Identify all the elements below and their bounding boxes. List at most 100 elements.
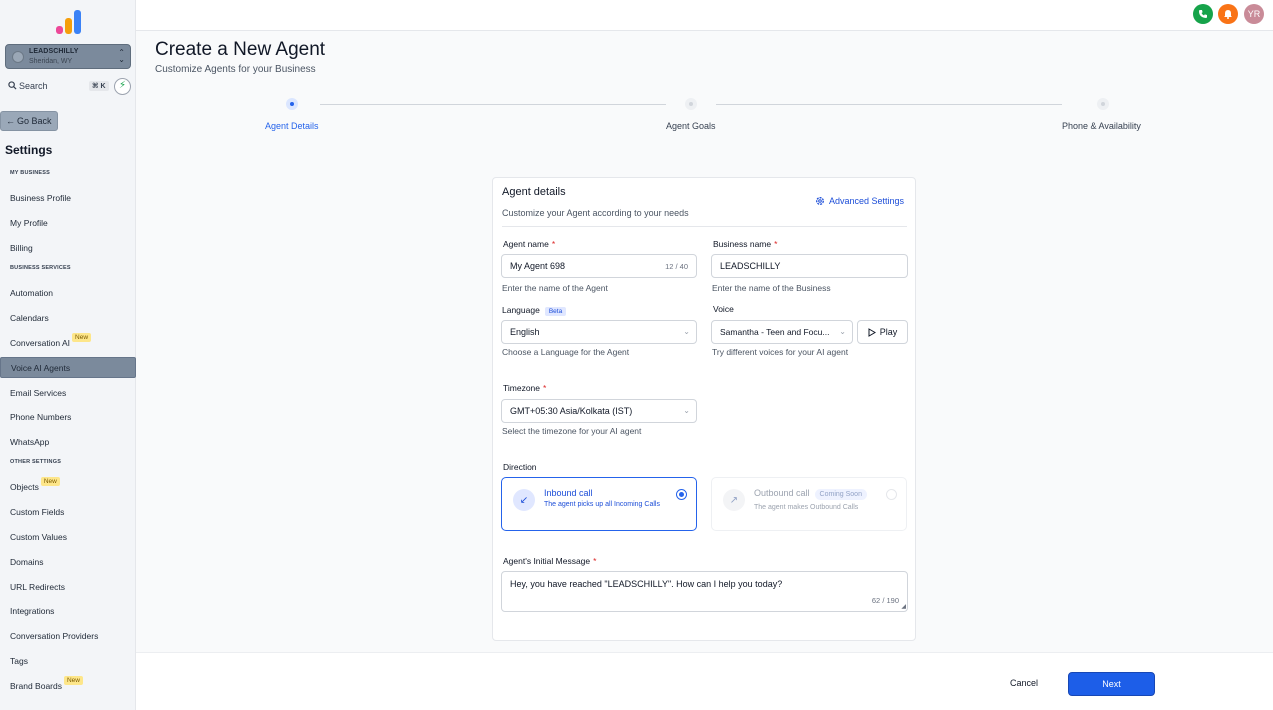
sidebar-item-domains[interactable]: Domains <box>0 551 136 572</box>
business-name-value: LEADSCHILLY <box>720 261 781 271</box>
sidebar-item-conversation-providers[interactable]: Conversation Providers <box>0 625 136 646</box>
sidebar-item-automation[interactable]: Automation <box>0 282 136 303</box>
settings-title: Settings <box>5 143 53 157</box>
account-location: Sheridan, WY <box>29 58 73 65</box>
sidebar-item-label: Phone Numbers <box>10 411 72 422</box>
quick-actions-button[interactable]: ⚡ <box>114 78 131 95</box>
search-icon <box>8 81 17 90</box>
play-label: Play <box>879 327 898 337</box>
required-mark: * <box>593 556 597 566</box>
sidebar-item-label: Voice AI Agents <box>11 362 71 373</box>
next-button[interactable]: Next <box>1068 672 1155 696</box>
account-switcher[interactable]: LEADSCHILLY Sheridan, WY ⌃ ⌄ <box>5 44 131 69</box>
label-text: Agent name <box>503 239 549 249</box>
notifications-button[interactable] <box>1218 4 1238 24</box>
sidebar-item-business-profile[interactable]: Business Profile <box>0 187 136 208</box>
phone-button[interactable] <box>1193 4 1213 24</box>
step-dot-agent-details[interactable] <box>286 98 298 110</box>
step-label-agent-details[interactable]: Agent Details <box>265 121 319 131</box>
arrow-left-icon: ← <box>6 116 15 126</box>
outbound-desc: The agent makes Outbound Calls <box>754 504 859 511</box>
search-button[interactable]: Search ⌘ K <box>7 80 109 94</box>
resize-handle-icon[interactable]: ◢ <box>901 603 906 610</box>
agent-details-card: Agent details Customize your Agent accor… <box>492 177 916 641</box>
sidebar-item-objects[interactable]: Objects New <box>0 476 136 497</box>
bell-icon <box>1224 10 1232 19</box>
step-connector <box>716 104 1062 105</box>
sidebar-item-label: Custom Values <box>10 531 68 542</box>
play-voice-button[interactable]: Play <box>857 320 908 344</box>
advanced-settings-link[interactable]: Advanced Settings <box>815 196 904 206</box>
sidebar-item-email-services[interactable]: Email Services <box>0 382 136 403</box>
sidebar-item-custom-values[interactable]: Custom Values <box>0 526 136 547</box>
account-avatar-icon <box>12 51 24 63</box>
initial-message-label: Agent's Initial Message * <box>503 556 596 566</box>
inbound-desc: The agent picks up all Incoming Calls <box>544 501 660 508</box>
go-back-button[interactable]: ← Go Back <box>0 111 58 131</box>
sidebar-item-my-profile[interactable]: My Profile <box>0 212 136 233</box>
sidebar-item-label: Conversation AI <box>10 337 71 348</box>
sidebar-item-phone-numbers[interactable]: Phone Numbers <box>0 406 136 427</box>
label-text: Business name <box>713 239 772 249</box>
timezone-label: Timezone * <box>503 383 546 393</box>
voice-label: Voice <box>713 304 734 314</box>
sidebar-item-url-redirects[interactable]: URL Redirects <box>0 576 136 597</box>
label-text: Timezone <box>503 383 541 393</box>
business-name-input[interactable]: LEADSCHILLY <box>711 254 908 278</box>
language-select[interactable]: English ⌄ <box>501 320 697 344</box>
card-title: Agent details <box>502 186 566 198</box>
app-logo[interactable] <box>56 10 82 34</box>
sidebar-item-voice-ai-agents[interactable]: Voice AI Agents <box>0 357 136 378</box>
page-subtitle: Customize Agents for your Business <box>155 64 316 75</box>
advanced-settings-label: Advanced Settings <box>829 196 905 206</box>
sidebar-item-tags[interactable]: Tags <box>0 650 136 671</box>
cancel-button[interactable]: Cancel <box>1010 678 1038 688</box>
step-label-agent-goals[interactable]: Agent Goals <box>666 121 716 131</box>
step-connector <box>320 104 666 105</box>
timezone-select[interactable]: GMT+05:30 Asia/Kolkata (IST) ⌄ <box>501 399 697 423</box>
inbound-radio[interactable] <box>676 489 687 500</box>
new-badge: New <box>63 676 83 685</box>
agent-name-counter: 12 / 40 <box>665 262 688 271</box>
sidebar-item-whatsapp[interactable]: WhatsApp <box>0 431 136 452</box>
arrow-down-left-icon: ↙ <box>513 489 535 511</box>
sidebar-item-custom-fields[interactable]: Custom Fields <box>0 501 136 522</box>
label-text: Language <box>502 305 540 315</box>
sidebar-item-label: WhatsApp <box>10 436 50 447</box>
chevron-down-icon: ⌄ <box>839 327 846 336</box>
top-bar: YR <box>136 0 1273 31</box>
inbound-call-option[interactable]: ↙ Inbound call The agent picks up all In… <box>501 477 697 531</box>
go-back-label: Go Back <box>17 116 52 126</box>
initial-message-value: Hey, you have reached "LEADSCHILLY". How… <box>510 579 783 589</box>
agent-name-help: Enter the name of the Agent <box>502 283 608 293</box>
sidebar-item-brand-boards[interactable]: Brand Boards New <box>0 675 136 696</box>
sidebar-item-integrations[interactable]: Integrations <box>0 600 136 621</box>
new-badge: New <box>40 477 60 486</box>
voice-help: Try different voices for your AI agent <box>712 347 849 357</box>
play-icon <box>868 327 876 337</box>
gear-icon <box>816 197 824 205</box>
coming-soon-badge: Coming Soon <box>814 489 867 500</box>
voice-select[interactable]: Samantha - Teen and Focu... ⌄ <box>711 320 853 344</box>
initial-message-textarea[interactable]: Hey, you have reached "LEADSCHILLY". How… <box>501 571 908 612</box>
sidebar-item-label: Business Profile <box>10 192 71 203</box>
step-dot-phone-availability[interactable] <box>1097 98 1109 110</box>
sidebar-item-calendars[interactable]: Calendars <box>0 307 136 328</box>
chevron-updown-icon: ⌃ ⌄ <box>118 48 125 64</box>
business-name-help: Enter the name of the Business <box>712 283 831 293</box>
step-dot-agent-goals[interactable] <box>685 98 697 110</box>
step-label-phone-availability[interactable]: Phone & Availability <box>1062 121 1141 131</box>
user-avatar[interactable]: YR <box>1244 4 1264 24</box>
divider <box>502 226 907 227</box>
sidebar-item-conversation-ai[interactable]: Conversation AI New <box>0 332 136 353</box>
sidebar-item-label: URL Redirects <box>10 581 65 592</box>
required-mark: * <box>551 239 556 249</box>
agent-name-input[interactable]: My Agent 698 12 / 40 <box>501 254 697 278</box>
beta-badge: Beta <box>544 307 567 316</box>
timezone-help: Select the timezone for your AI agent <box>502 426 642 436</box>
account-name: LEADSCHILLY <box>29 48 79 55</box>
sidebar-item-billing[interactable]: Billing <box>0 237 136 258</box>
direction-label: Direction <box>503 462 537 472</box>
search-label: Search <box>19 81 48 91</box>
outbound-title-text: Outbound call <box>754 488 810 498</box>
